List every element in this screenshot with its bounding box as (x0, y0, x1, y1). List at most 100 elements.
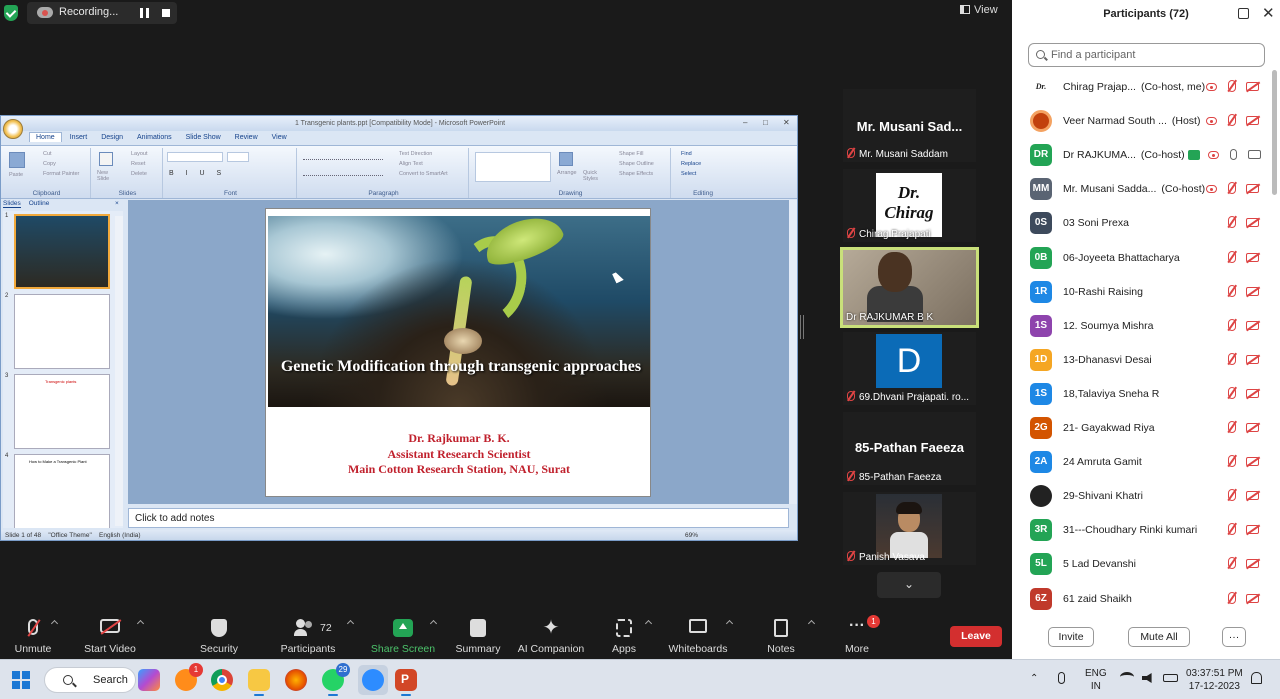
font-family-select[interactable] (167, 152, 223, 162)
format-painter-button[interactable]: Format Painter (43, 171, 79, 177)
tab-insert[interactable]: Insert (64, 133, 94, 142)
delete-button[interactable]: Delete (131, 171, 147, 177)
taskbar-search[interactable]: Search (44, 667, 136, 693)
copy-button[interactable]: Copy (43, 161, 56, 167)
notes-pane[interactable]: Click to add notes (128, 508, 789, 528)
font-style-buttons[interactable]: B I U S (169, 170, 226, 177)
start-video-button[interactable]: Start Video (72, 605, 148, 659)
layout-button[interactable]: Layout (131, 151, 148, 157)
close-pane-icon[interactable]: × (115, 200, 119, 207)
slide-thumb-2[interactable] (14, 294, 110, 369)
maximize-icon[interactable]: □ (763, 118, 768, 127)
video-tile[interactable]: Panish Vasava (843, 492, 976, 565)
participant-row[interactable]: 29-Shivani Khatri (1030, 485, 1262, 519)
notification-bell-icon[interactable] (1251, 672, 1262, 684)
pane-splitter[interactable] (800, 315, 804, 339)
video-tile[interactable]: Dr. Chirag Chirag Prajapati (843, 169, 976, 242)
notification-app-icon[interactable]: 1 (175, 663, 203, 691)
ai-companion-button[interactable]: ✦ AI Companion (508, 605, 594, 659)
current-slide[interactable]: Genetic Modification through transgenic … (265, 208, 651, 497)
tab-animations[interactable]: Animations (131, 133, 178, 142)
participants-button[interactable]: 72 Participants (270, 605, 355, 659)
convert-smartart-button[interactable]: Convert to SmartArt (399, 171, 448, 177)
slide-scrollbar[interactable] (789, 200, 797, 504)
participant-row[interactable]: Veer Narmad South ... (Host) (1030, 110, 1262, 144)
participant-row[interactable]: 2G 21- Gayakwad Riya (1030, 417, 1262, 451)
participant-row[interactable]: 1R 10-Rashi Raising (1030, 280, 1262, 315)
file-explorer-icon[interactable] (248, 669, 270, 696)
participant-row[interactable]: 0B 06-Joyeeta Bhattacharya (1030, 246, 1262, 281)
select-button[interactable]: Select (681, 171, 696, 177)
font-size-select[interactable] (227, 152, 249, 162)
participant-row[interactable]: 1S 12. Soumya Mishra (1030, 314, 1262, 349)
chrome-icon[interactable] (211, 669, 233, 691)
powerpoint-icon[interactable]: P (395, 669, 417, 696)
slide-thumb-3[interactable]: Transgenic plants (14, 374, 110, 449)
video-tile[interactable]: D 69.Dhvani Prajapati. ro... (843, 332, 976, 405)
tray-chevron-icon[interactable]: ⌃ (1030, 673, 1038, 684)
find-button[interactable]: Find (681, 151, 692, 157)
leave-button[interactable]: Leave (950, 626, 1002, 647)
replace-button[interactable]: Replace (681, 161, 701, 167)
whiteboards-button[interactable]: Whiteboards (660, 605, 736, 659)
participant-row[interactable]: 1S 18,Talaviya Sneha R (1030, 382, 1262, 417)
participant-row[interactable]: 0S 03 Soni Prexa (1030, 212, 1262, 246)
reset-button[interactable]: Reset (131, 161, 145, 167)
video-tile[interactable]: 85-Pathan Faeeza 85-Pathan Faeeza (843, 412, 976, 485)
outline-tab[interactable]: Outline (29, 200, 50, 207)
battery-icon[interactable] (1163, 674, 1178, 682)
zoom-active-slot[interactable] (358, 665, 388, 695)
participant-row[interactable]: Dr. Chirag Prajap... (Co-host, me) (1030, 76, 1262, 110)
tray-mic-icon[interactable] (1058, 672, 1065, 684)
unmute-button[interactable]: Unmute (0, 605, 71, 659)
security-button[interactable]: Security (181, 605, 257, 659)
whatsapp-icon[interactable]: 29 (322, 663, 350, 696)
more-button[interactable]: ··· 1 More (819, 605, 895, 659)
close-icon[interactable]: ✕ (783, 118, 790, 127)
participant-row[interactable]: 1D 13-Dhanasvi Desai (1030, 348, 1262, 383)
stop-recording-icon[interactable] (162, 9, 170, 17)
input-language[interactable]: ENG IN (1085, 667, 1107, 693)
participant-scrollbar[interactable] (1272, 70, 1277, 195)
participant-row[interactable]: 3R 31---Choudhary Rinki kumari (1030, 519, 1262, 553)
scroll-down-button[interactable]: ⌄ (877, 572, 941, 598)
paste-icon[interactable] (9, 152, 25, 168)
shape-effects-button[interactable]: Shape Effects (619, 171, 653, 177)
video-tile[interactable]: Mr. Musani Sad... Mr. Musani Saddam (843, 89, 976, 162)
tab-view[interactable]: View (266, 133, 293, 142)
tab-home[interactable]: Home (29, 132, 62, 142)
wifi-icon[interactable] (1120, 672, 1134, 682)
notes-button[interactable]: Notes (743, 605, 819, 659)
arrange-icon[interactable] (559, 152, 573, 166)
more-options-button[interactable]: ··· (1222, 627, 1246, 647)
firefox-icon[interactable] (285, 669, 307, 691)
participant-search-input[interactable]: Find a participant (1028, 43, 1265, 67)
participant-row[interactable]: MM Mr. Musani Sadda... (Co-host) (1030, 178, 1262, 212)
participant-row[interactable]: 5L 5 Lad Devanshi (1030, 553, 1262, 587)
tab-review[interactable]: Review (229, 133, 264, 142)
participant-row[interactable]: 6Z 61 zaid Shaikh (1030, 587, 1262, 622)
windows-start-icon[interactable] (12, 671, 30, 689)
zoom-level[interactable]: 69% (685, 530, 698, 540)
pause-recording-icon[interactable] (140, 8, 149, 18)
slide-thumb-1[interactable] (14, 214, 110, 289)
align-buttons[interactable] (303, 168, 383, 176)
close-panel-icon[interactable]: ✕ (1262, 4, 1275, 22)
slide-thumb-4[interactable]: How to Make a Transgenic Plant (14, 454, 110, 528)
minimize-icon[interactable]: – (743, 118, 747, 127)
text-direction-button[interactable]: Text Direction (399, 151, 432, 157)
thumbnail-scrollbar[interactable] (115, 216, 123, 526)
new-slide-icon[interactable] (99, 152, 113, 166)
office-button-icon[interactable] (3, 119, 23, 139)
view-button[interactable]: View (960, 4, 998, 16)
system-clock[interactable]: 03:37:51 PM 17-12-2023 (1186, 667, 1243, 693)
share-screen-button[interactable]: Share Screen (365, 605, 441, 659)
active-speaker-tile[interactable]: Dr RAJKUMAR B K (840, 247, 979, 328)
align-text-button[interactable]: Align Text (399, 161, 423, 167)
participant-row[interactable]: DR Dr RAJKUMA... (Co-host) (1030, 144, 1262, 178)
tab-slide-show[interactable]: Slide Show (180, 133, 227, 142)
invite-button[interactable]: Invite (1048, 627, 1094, 647)
tab-design[interactable]: Design (95, 133, 129, 142)
mute-all-button[interactable]: Mute All (1128, 627, 1190, 647)
copilot-icon[interactable] (138, 669, 160, 691)
